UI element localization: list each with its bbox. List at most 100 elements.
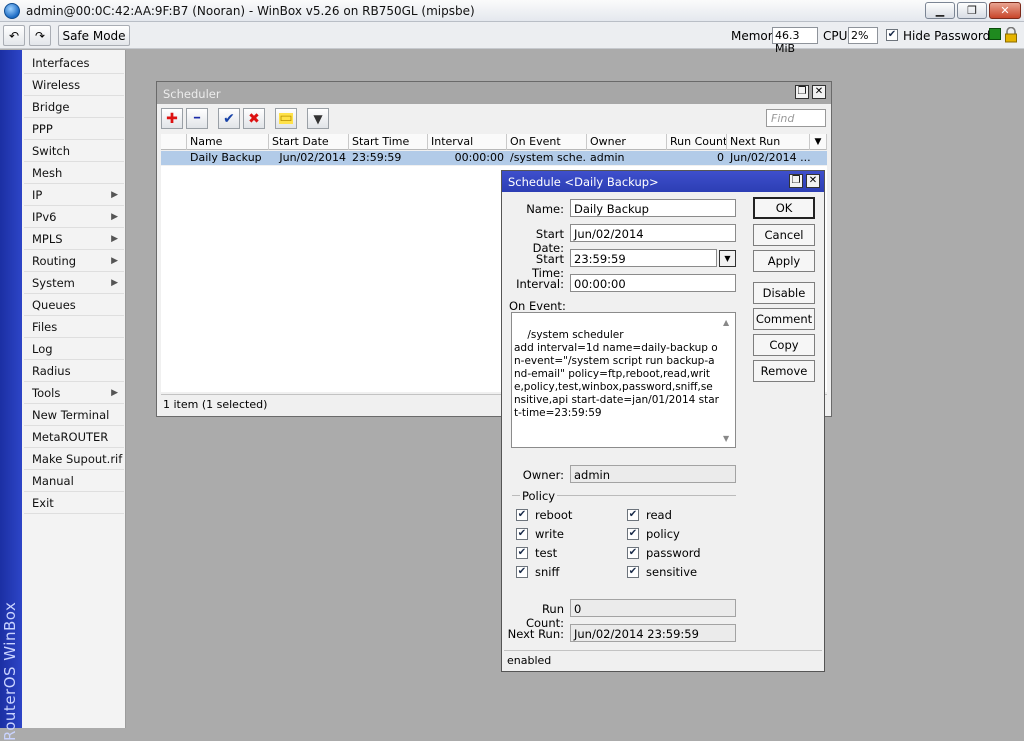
comment-button[interactable]: ▭ [275, 108, 297, 129]
close-window-button[interactable]: ✕ [989, 2, 1021, 19]
policy-checkbox[interactable]: ✔ [516, 566, 528, 578]
sidebar-item-system[interactable]: System ▶ [24, 273, 124, 294]
table-row[interactable]: Daily Backup Jun/02/2014 23:59:59 00:00:… [161, 151, 827, 165]
column-header-on-event[interactable]: On Event [507, 134, 587, 150]
ok-button[interactable]: OK [753, 197, 815, 219]
column-header-start-time[interactable]: Start Time [349, 134, 428, 150]
start-time-field[interactable]: 23:59:59 [570, 249, 717, 267]
add-button[interactable]: ✚ [161, 108, 183, 129]
sidebar-item-mpls[interactable]: MPLS ▶ [24, 229, 124, 250]
sidebar-item-mesh[interactable]: Mesh [24, 163, 124, 184]
apply-button[interactable]: Apply [753, 250, 815, 272]
dialog-titlebar[interactable]: Schedule <Daily Backup> [502, 171, 824, 192]
column-header-next-run[interactable]: Next Run [727, 134, 810, 150]
column-header-owner[interactable]: Owner [587, 134, 667, 150]
dialog-close-button[interactable]: ✕ [806, 174, 820, 188]
policy-sniff[interactable]: ✔ sniff [516, 565, 559, 579]
sidebar-item-label: Bridge [32, 100, 70, 114]
sidebar-item-manual[interactable]: Manual [24, 471, 124, 492]
sidebar-item-ppp[interactable]: PPP [24, 119, 124, 140]
sidebar-item-exit[interactable]: Exit [24, 493, 124, 514]
policy-password[interactable]: ✔ password [627, 546, 701, 560]
dialog-status: enabled [504, 650, 822, 669]
sidebar-item-bridge[interactable]: Bridge [24, 97, 124, 118]
dialog-restore-button[interactable]: ❐ [789, 174, 803, 188]
column-menu-icon[interactable]: ▼ [810, 134, 827, 150]
start-time-dropdown-button[interactable]: ▼ [719, 250, 736, 267]
run-count-label: Run Count: [525, 602, 564, 630]
minimize-button[interactable]: ▁ [925, 2, 955, 19]
hide-passwords-checkbox[interactable]: ✔ [886, 29, 898, 41]
column-header-name[interactable]: Name [187, 134, 269, 150]
sidebar-item-metarouter[interactable]: MetaROUTER [24, 427, 124, 448]
sidebar-item-label: Routing [32, 254, 77, 268]
cell-start-date: Jun/02/2014 [279, 151, 346, 164]
dialog-title: Schedule <Daily Backup> [508, 175, 659, 189]
policy-checkbox[interactable]: ✔ [516, 509, 528, 521]
remove-button[interactable]: ━ [186, 108, 208, 129]
sidebar-item-ipv6[interactable]: IPv6 ▶ [24, 207, 124, 228]
name-label: Name: [526, 202, 564, 216]
find-input[interactable]: Find [766, 109, 826, 127]
policy-write[interactable]: ✔ write [516, 527, 564, 541]
window-titlebar[interactable]: admin@00:0C:42:AA:9F:B7 (Nooran) - WinBo… [0, 0, 1024, 22]
sidebar-item-files[interactable]: Files [24, 317, 124, 338]
sidebar-item-radius[interactable]: Radius [24, 361, 124, 382]
sidebar-item-ip[interactable]: IP ▶ [24, 185, 124, 206]
column-header-start-date[interactable]: Start Date [269, 134, 349, 150]
policy-reboot[interactable]: ✔ reboot [516, 508, 572, 522]
restore-icon: ❐ [797, 86, 807, 97]
sidebar-item-label: Mesh [32, 166, 63, 180]
policy-checkbox[interactable]: ✔ [516, 547, 528, 559]
scheduler-restore-button[interactable]: ❐ [795, 85, 809, 99]
hide-passwords-label: Hide Passwords [903, 29, 997, 43]
sidebar-item-interfaces[interactable]: Interfaces [24, 53, 124, 74]
submenu-arrow-icon: ▶ [111, 212, 118, 222]
lock-icon [1005, 27, 1017, 43]
submenu-arrow-icon: ▶ [111, 190, 118, 200]
scheduler-close-button[interactable]: ✕ [812, 85, 826, 99]
maximize-button[interactable]: ❐ [957, 2, 987, 19]
sidebar-item-queues[interactable]: Queues [24, 295, 124, 316]
next-run-label: Next Run: [507, 627, 564, 641]
redo-button[interactable]: ↷ [29, 25, 51, 46]
policy-test[interactable]: ✔ test [516, 546, 557, 560]
start-date-field[interactable]: Jun/02/2014 [570, 224, 736, 242]
sidebar-item-tools[interactable]: Tools ▶ [24, 383, 124, 404]
policy-checkbox[interactable]: ✔ [627, 509, 639, 521]
cancel-button[interactable]: Cancel [753, 224, 815, 246]
copy-button[interactable]: Copy [753, 334, 815, 356]
filter-icon: ▼ [313, 111, 323, 126]
sidebar-item-routing[interactable]: Routing ▶ [24, 251, 124, 272]
remove-button[interactable]: Remove [753, 360, 815, 382]
policy-policy[interactable]: ✔ policy [627, 527, 680, 541]
enable-button[interactable]: ✔ [218, 108, 240, 129]
policy-read[interactable]: ✔ read [627, 508, 672, 522]
policy-checkbox[interactable]: ✔ [627, 566, 639, 578]
scroll-down-icon[interactable]: ▼ [723, 434, 821, 443]
column-header-run-count[interactable]: Run Count [667, 134, 727, 150]
disable-button[interactable]: Disable [753, 282, 815, 304]
start-date-label: Start Date: [532, 227, 564, 255]
sidebar-item-make-supout-rif[interactable]: Make Supout.rif [24, 449, 124, 470]
policy-checkbox[interactable]: ✔ [627, 528, 639, 540]
owner-field: admin [570, 465, 736, 483]
sidebar-item-new-terminal[interactable]: New Terminal [24, 405, 124, 426]
policy-checkbox[interactable]: ✔ [516, 528, 528, 540]
sidebar-item-wireless[interactable]: Wireless [24, 75, 124, 96]
safe-mode-button[interactable]: Safe Mode [58, 25, 130, 46]
scheduler-title: Scheduler [163, 87, 221, 101]
sidebar-item-switch[interactable]: Switch [24, 141, 124, 162]
policy-checkbox[interactable]: ✔ [627, 547, 639, 559]
name-field[interactable]: Daily Backup [570, 199, 736, 217]
sidebar-item-log[interactable]: Log [24, 339, 124, 360]
filter-button[interactable]: ▼ [307, 108, 329, 129]
undo-button[interactable]: ↶ [3, 25, 25, 46]
scheduler-titlebar[interactable]: Scheduler [157, 82, 831, 104]
comment-button[interactable]: Comment [753, 308, 815, 330]
on-event-textarea[interactable]: /system scheduler add interval=1d name=d… [511, 312, 736, 448]
column-header-interval[interactable]: Interval [428, 134, 507, 150]
disable-button[interactable]: ✖ [243, 108, 265, 129]
interval-field[interactable]: 00:00:00 [570, 274, 736, 292]
policy-sensitive[interactable]: ✔ sensitive [627, 565, 697, 579]
